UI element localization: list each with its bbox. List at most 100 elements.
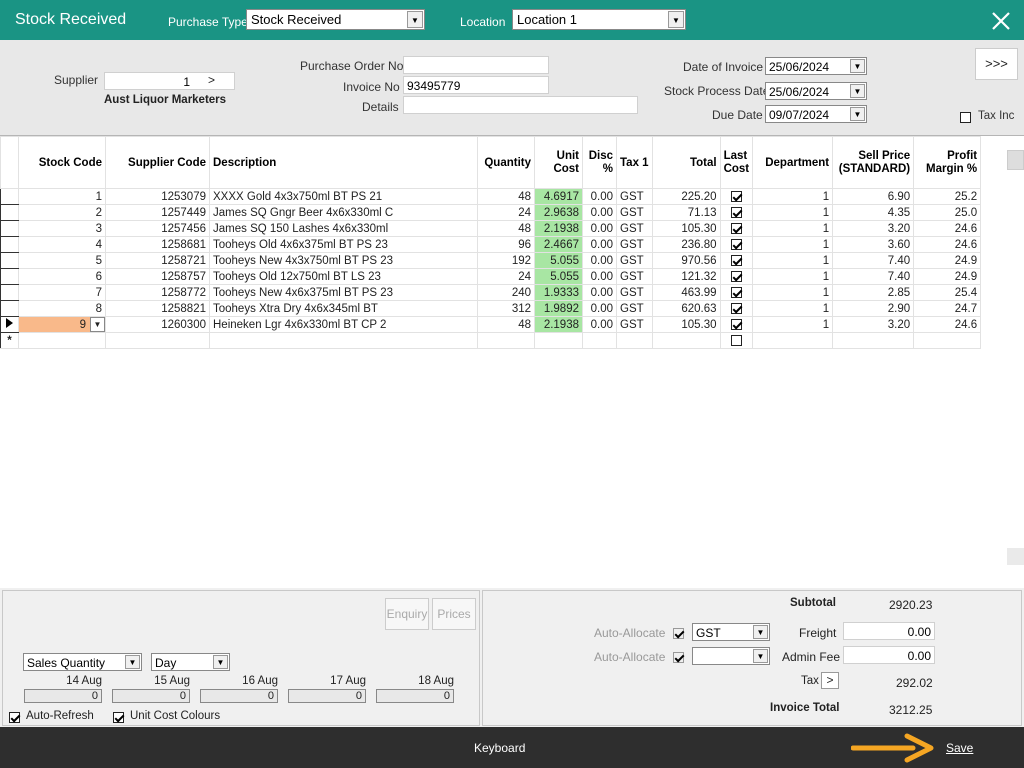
col-last-cost[interactable]: Last Cost [719, 136, 754, 189]
empty-cell[interactable] [105, 332, 210, 349]
empty-cell[interactable] [752, 332, 834, 349]
row-selector[interactable] [0, 236, 19, 253]
total-cell[interactable]: 121.32 [651, 268, 721, 285]
profit-margin-cell[interactable]: 25.4 [913, 284, 982, 301]
keyboard-button[interactable]: Keyboard [474, 741, 525, 755]
tax-cell[interactable]: GST [616, 236, 653, 253]
profit-margin-cell[interactable]: 24.6 [913, 236, 982, 253]
chevron-down-icon[interactable]: ▼ [213, 655, 228, 669]
more-button[interactable]: >>> [975, 48, 1018, 80]
period-select[interactable]: Day ▼ [151, 653, 230, 671]
unit-cost-colours-checkbox[interactable] [113, 710, 124, 724]
total-cell[interactable]: 105.30 [651, 220, 721, 237]
col-sell-price[interactable]: Sell Price (STANDARD) [832, 136, 915, 189]
supplier-field[interactable]: 1 [104, 72, 235, 90]
department-cell[interactable]: 1 [752, 220, 834, 237]
due-date-picker[interactable]: 09/07/2024 ▼ [765, 105, 867, 123]
unit-cost-cell[interactable]: 2.9638 [534, 204, 583, 221]
disc-cell[interactable]: 0.00 [582, 316, 617, 333]
last-cost-cell[interactable] [719, 236, 754, 253]
unit-cost-cell[interactable]: 2.1938 [534, 220, 583, 237]
department-cell[interactable]: 1 [752, 252, 834, 269]
quantity-cell[interactable]: 48 [477, 220, 535, 237]
details-field[interactable] [403, 96, 638, 114]
disc-cell[interactable]: 0.00 [582, 204, 617, 221]
supplier-code-cell[interactable]: 1258681 [105, 236, 210, 253]
close-icon[interactable] [988, 8, 1014, 34]
total-cell[interactable]: 236.80 [651, 236, 721, 253]
tax-cell[interactable]: GST [616, 316, 653, 333]
save-button[interactable]: Save [946, 741, 973, 755]
sell-price-cell[interactable]: 3.20 [832, 316, 915, 333]
tax-inc-checkbox[interactable] [960, 110, 971, 124]
col-tax[interactable]: Tax 1 [616, 136, 653, 189]
enquiry-button[interactable]: Enquiry [385, 598, 429, 630]
department-cell[interactable]: 1 [752, 284, 834, 301]
chevron-down-icon[interactable]: ▼ [850, 107, 865, 121]
description-cell[interactable]: Tooheys New 4x3x750ml BT PS 23 [209, 252, 478, 269]
total-cell[interactable]: 620.63 [651, 300, 721, 317]
last-cost-cell[interactable] [719, 220, 754, 237]
supplier-code-cell[interactable]: 1258721 [105, 252, 210, 269]
disc-cell[interactable]: 0.00 [582, 300, 617, 317]
supplier-code-cell[interactable]: 1258772 [105, 284, 210, 301]
col-disc[interactable]: Disc % [582, 136, 617, 189]
empty-cell[interactable] [616, 332, 653, 349]
description-cell[interactable]: Tooheys Old 12x750ml BT LS 23 [209, 268, 478, 285]
chevron-down-icon[interactable]: ▼ [125, 655, 140, 669]
chevron-down-icon[interactable]: ▼ [90, 317, 105, 332]
location-select[interactable]: Location 1 ▼ [512, 9, 686, 30]
sell-price-cell[interactable]: 7.40 [832, 268, 915, 285]
chevron-down-icon[interactable]: ▼ [668, 11, 684, 28]
supplier-code-cell[interactable]: 1257449 [105, 204, 210, 221]
col-description[interactable]: Description [209, 136, 478, 189]
empty-cell[interactable] [534, 332, 583, 349]
description-cell[interactable]: Tooheys Xtra Dry 4x6x345ml BT [209, 300, 478, 317]
quantity-cell[interactable]: 24 [477, 268, 535, 285]
table-row[interactable]: 1 1253079 XXXX Gold 4x3x750ml BT PS 21 48 4.… [0, 188, 982, 205]
tax-cell[interactable]: GST [616, 204, 653, 221]
total-cell[interactable]: 970.56 [651, 252, 721, 269]
profit-margin-cell[interactable]: 24.9 [913, 268, 982, 285]
new-row[interactable]: * [0, 332, 982, 349]
stock-process-date-picker[interactable]: 25/06/2024 ▼ [765, 82, 867, 100]
tax-cell[interactable]: GST [616, 252, 653, 269]
stock-code-cell[interactable]: 3 [18, 220, 106, 237]
tax-detail-button[interactable]: > [821, 672, 839, 689]
disc-cell[interactable]: 0.00 [582, 284, 617, 301]
disc-cell[interactable]: 0.00 [582, 188, 617, 205]
last-cost-cell[interactable] [719, 284, 754, 301]
quantity-cell[interactable]: 192 [477, 252, 535, 269]
auto-refresh-checkbox[interactable] [9, 710, 20, 724]
description-cell[interactable]: Tooheys Old 4x6x375ml BT PS 23 [209, 236, 478, 253]
last-cost-cell[interactable] [719, 316, 754, 333]
quantity-cell[interactable]: 96 [477, 236, 535, 253]
empty-cell[interactable] [651, 332, 721, 349]
col-total[interactable]: Total [651, 136, 721, 189]
disc-cell[interactable]: 0.00 [582, 220, 617, 237]
prices-button[interactable]: Prices [432, 598, 476, 630]
stock-code-cell[interactable]: 5 [18, 252, 106, 269]
sell-price-cell[interactable]: 2.90 [832, 300, 915, 317]
department-cell[interactable]: 1 [752, 268, 834, 285]
admin-fee-field[interactable]: 0.00 [843, 646, 935, 664]
row-selector[interactable] [0, 268, 19, 285]
invoice-no-field[interactable]: 93495779 [403, 76, 549, 94]
last-cost-cell[interactable] [719, 268, 754, 285]
profit-margin-cell[interactable]: 25.2 [913, 188, 982, 205]
description-cell[interactable]: XXXX Gold 4x3x750ml BT PS 21 [209, 188, 478, 205]
unit-cost-cell[interactable]: 2.1938 [534, 316, 583, 333]
tax-cell[interactable]: GST [616, 300, 653, 317]
sell-price-cell[interactable]: 6.90 [832, 188, 915, 205]
quantity-cell[interactable]: 312 [477, 300, 535, 317]
quantity-cell[interactable]: 24 [477, 204, 535, 221]
table-row[interactable]: 6 1258757 Tooheys Old 12x750ml BT LS 23 24 5… [0, 268, 982, 285]
unit-cost-cell[interactable]: 4.6917 [534, 188, 583, 205]
last-cost-cell[interactable] [719, 332, 754, 349]
empty-cell[interactable] [913, 332, 982, 349]
row-selector[interactable] [0, 316, 19, 333]
profit-margin-cell[interactable]: 25.0 [913, 204, 982, 221]
grid-scrollbar[interactable] [1007, 150, 1024, 582]
stock-code-cell[interactable]: 2 [18, 204, 106, 221]
department-cell[interactable]: 1 [752, 204, 834, 221]
